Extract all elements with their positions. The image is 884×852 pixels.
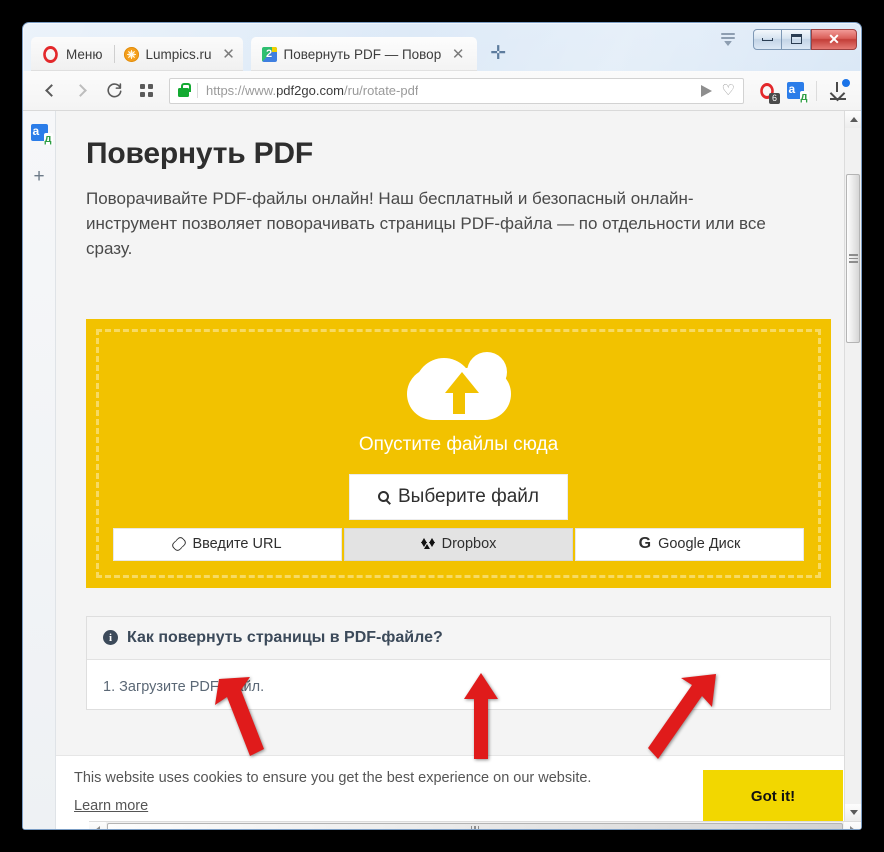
collapse-tabbar-icon[interactable]: [715, 26, 741, 52]
translate-extension-icon: [786, 81, 809, 103]
scroll-up-button[interactable]: [845, 111, 861, 128]
scroll-left-button[interactable]: [89, 821, 106, 829]
page-viewport: Повернуть PDF Поворачивайте PDF-файлы он…: [56, 111, 861, 829]
download-icon: [829, 78, 850, 100]
tab-pdf2go[interactable]: Повернуть PDF — Повор ✕: [250, 37, 478, 71]
opera-logo-icon: [43, 45, 58, 63]
menu-divider: [113, 45, 115, 63]
google-drive-label: Google Диск: [658, 536, 741, 553]
vertical-scroll-thumb[interactable]: [846, 174, 860, 343]
vertical-scrollbar[interactable]: [844, 111, 861, 821]
triangle-down-icon: [849, 810, 858, 815]
translate-extension-icon: [30, 123, 53, 145]
plus-icon: ✛: [490, 42, 507, 64]
cloud-upload-icon: [406, 351, 511, 420]
close-icon[interactable]: ✕: [448, 44, 468, 64]
chevron-right-icon: [74, 84, 87, 97]
content-area: + Повернуть PDF Поворачивайте PDF-файлы …: [23, 111, 861, 829]
close-icon[interactable]: ✕: [219, 44, 239, 64]
choose-file-button[interactable]: Выберите файл: [349, 473, 568, 520]
send-arrow-icon[interactable]: [700, 84, 712, 97]
new-tab-button[interactable]: ✛: [483, 38, 513, 68]
howto-step: 1. Загрузите PDF-файл.: [103, 678, 265, 695]
upload-source-buttons: Введите URL Dropbox G Google Диск: [113, 527, 804, 561]
cookie-text-wrap: This website uses cookies to ensure you …: [74, 770, 689, 815]
pdf2go-icon: [261, 46, 277, 62]
reload-button[interactable]: [99, 76, 129, 106]
url-text: https://www.pdf2go.com/ru/rotate-pdf: [206, 83, 419, 98]
speed-dial-button[interactable]: [131, 76, 161, 106]
grid-icon: [139, 84, 153, 97]
horizontal-scrollbar[interactable]: [89, 821, 861, 829]
close-icon: ✕: [828, 30, 840, 47]
horizontal-scroll-thumb[interactable]: [107, 823, 843, 829]
choose-file-label: Выберите файл: [398, 485, 539, 507]
got-it-button[interactable]: Got it!: [703, 770, 843, 822]
downloads-button[interactable]: [825, 78, 851, 104]
google-drive-button[interactable]: G Google Диск: [575, 527, 804, 561]
dropbox-icon: [420, 537, 435, 551]
padlock-icon: [178, 82, 191, 97]
forward-button[interactable]: [67, 76, 97, 106]
browser-sidebar: +: [23, 111, 56, 829]
heart-icon[interactable]: ♡: [722, 83, 735, 98]
tab-label-pdf2go: Повернуть PDF — Повор: [283, 46, 442, 62]
enter-url-button[interactable]: Введите URL: [113, 527, 342, 561]
web-page: Повернуть PDF Поворачивайте PDF-файлы он…: [56, 111, 861, 829]
minimize-icon: [762, 37, 773, 41]
howto-body: 1. Загрузите PDF-файл.: [87, 660, 830, 709]
browser-toolbar: https://www.pdf2go.com/ru/rotate-pdf ♡ 6: [23, 71, 861, 111]
dropzone-label: Опустите файлы сюда: [358, 433, 559, 455]
scroll-down-button[interactable]: [845, 804, 861, 821]
google-g-icon: G: [638, 535, 652, 553]
magnifier-icon: [378, 491, 389, 503]
howto-heading-text: Как повернуть страницы в PDF-файле?: [127, 628, 443, 646]
translate-extension-button[interactable]: [782, 78, 809, 104]
cookie-message: This website uses cookies to ensure you …: [74, 770, 592, 786]
toolbar-divider: [816, 80, 817, 101]
howto-heading: i Как повернуть страницы в PDF-файле?: [87, 616, 830, 660]
page-description: Поворачивайте PDF-файлы онлайн! Наш бесп…: [86, 189, 766, 258]
back-button[interactable]: [35, 76, 65, 106]
dropbox-label: Dropbox: [441, 536, 497, 553]
omnibox-divider: [197, 83, 198, 98]
triangle-left-icon: [95, 826, 100, 829]
reload-icon: [106, 83, 122, 98]
page-title: Повернуть PDF: [86, 137, 313, 170]
sidebar-item-translate[interactable]: [28, 121, 53, 145]
cookie-banner: This website uses cookies to ensure you …: [56, 755, 861, 829]
orange-circle-icon: [123, 46, 139, 62]
info-icon: i: [103, 630, 118, 646]
maximize-icon: [790, 34, 802, 44]
omnibox-actions: ♡: [700, 83, 735, 98]
scroll-right-button[interactable]: [844, 821, 861, 829]
close-window-button[interactable]: ✕: [811, 28, 857, 50]
download-notification-dot: [842, 78, 850, 87]
sidebar-add-button[interactable]: +: [28, 165, 50, 187]
opera-menu-label: Меню: [66, 46, 103, 62]
window-controls: ✕: [715, 26, 857, 52]
plus-icon: +: [33, 165, 45, 187]
minimize-button[interactable]: [753, 28, 782, 50]
file-dropzone[interactable]: Опустите файлы сюда Выберите файл Введит…: [86, 318, 831, 588]
triangle-right-icon: [850, 826, 855, 829]
howto-panel: i Как повернуть страницы в PDF-файле? 1.…: [86, 615, 831, 710]
address-bar[interactable]: https://www.pdf2go.com/ru/rotate-pdf ♡: [169, 77, 744, 104]
maximize-button[interactable]: [782, 28, 811, 50]
adblock-count-badge: 6: [769, 92, 780, 104]
enter-url-label: Введите URL: [192, 536, 282, 553]
dropzone-inner: Опустите файлы сюда Выберите файл Введит…: [96, 328, 821, 578]
tab-strip: Меню Lumpics.ru ✕ Повернуть PDF — Повор …: [23, 23, 861, 71]
dropbox-button[interactable]: Dropbox: [344, 527, 573, 561]
adblock-button[interactable]: 6: [754, 78, 780, 104]
chevron-left-icon: [45, 84, 58, 97]
tab-label-lumpics: Lumpics.ru: [145, 46, 212, 62]
link-icon: [171, 536, 188, 553]
triangle-up-icon: [849, 117, 858, 122]
opera-menu-button[interactable]: Меню Lumpics.ru ✕: [31, 37, 243, 71]
learn-more-link[interactable]: Learn more: [74, 798, 148, 814]
browser-window: Меню Lumpics.ru ✕ Повернуть PDF — Повор …: [22, 22, 862, 830]
